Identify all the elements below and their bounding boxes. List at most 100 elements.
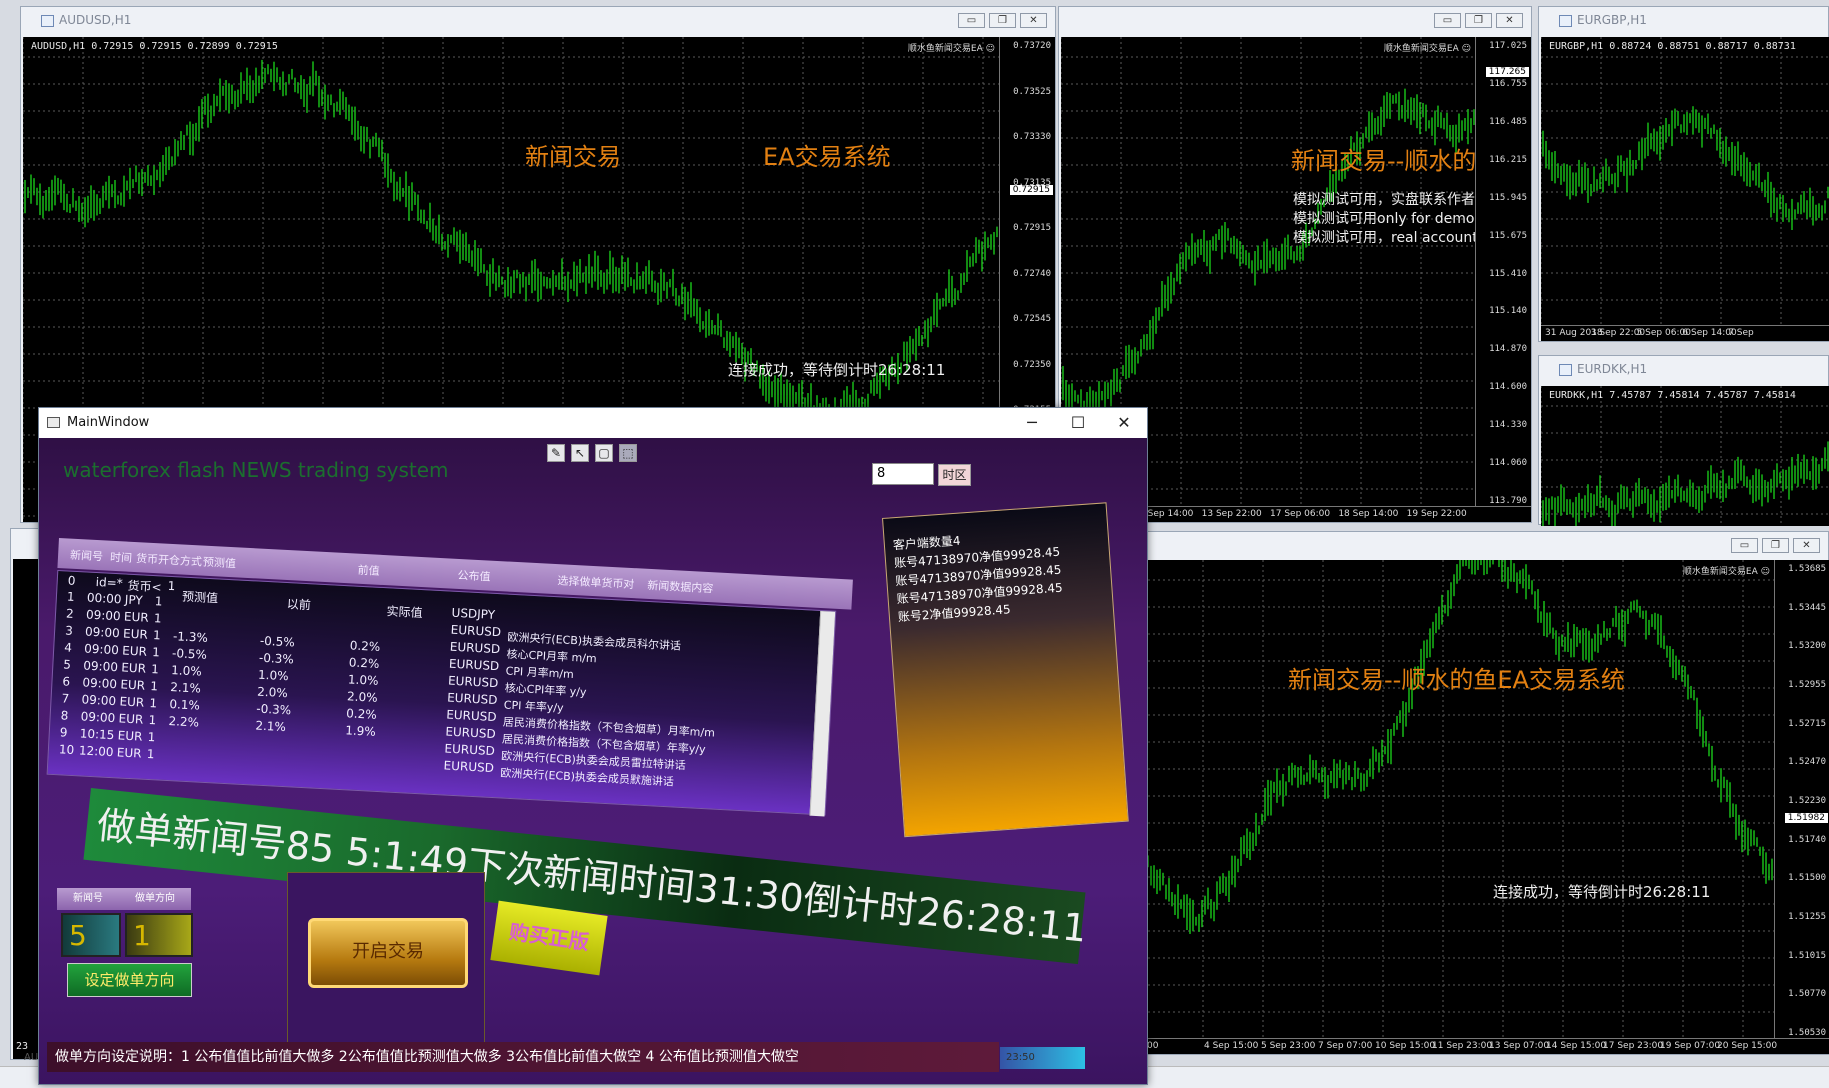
symbol-info: EURGBP,H1 0.88724 0.88751 0.88717 0.8873… (1549, 41, 1796, 52)
price-tick: 116.215 (1489, 154, 1527, 165)
frame-icon[interactable]: ▢ (595, 444, 613, 462)
direction-header: 做单方向 (119, 888, 191, 910)
table-cell: -0.3% (258, 650, 295, 667)
table-cell: 2.0% (256, 684, 289, 701)
price-tick: 117.025 (1489, 41, 1527, 51)
eurdkk-chart-window[interactable]: EURDKK,H1 EURDKK,H1 7.45787 7.45814 7.45… (1538, 355, 1829, 526)
column-header: 时间 (109, 550, 133, 565)
column-header: 公布值 (457, 568, 491, 584)
table-cell: EUR (119, 694, 145, 710)
set-direction-button[interactable]: 设定做单方向 (67, 963, 192, 997)
price-tick: 1.52715 (1788, 718, 1826, 729)
price-chart[interactable]: EURGBP,H1 0.88724 0.88751 0.88717 0.8873… (1541, 37, 1829, 341)
table-cell: 1 (151, 645, 161, 660)
news-table-body[interactable]: 0 id=* 货币< 1 预测值 以前 实际值 1 00:00 JPY 1 2 09:00 EUR 1 3 09… (46, 569, 837, 817)
main-window[interactable]: MainWindow ─ ☐ ✕ waterforex flash NEWS t… (38, 407, 1148, 1085)
price-chart[interactable]: EURDKK,H1 7.45787 7.45814 7.45787 7.4581… (1541, 386, 1829, 526)
select-icon[interactable]: ⬚ (619, 444, 637, 462)
candle-series (1143, 560, 1774, 1038)
price-tick: 1.51740 (1788, 834, 1826, 845)
table-cell: 0.1% (169, 697, 201, 713)
news-no-input[interactable]: 5 (61, 913, 121, 957)
price-tick: 1.53445 (1788, 602, 1826, 613)
sub-header: 实际值 (386, 604, 423, 621)
table-cell: 0.2% (348, 655, 380, 671)
maximize-button[interactable]: ❐ (1465, 13, 1492, 28)
pointer-icon[interactable]: ↖ (571, 444, 589, 462)
table-cell: 1 (148, 712, 157, 728)
maximize-button[interactable]: ☐ (1055, 408, 1101, 438)
time-tick: 18 Sep 14:00 (1338, 509, 1399, 519)
symbol-info: AUDUSD,H1 0.72915 0.72915 0.72899 0.7291… (31, 41, 278, 52)
table-cell: 09:00 (81, 692, 117, 709)
news-table: 新闻号 时间 货币 开仓方式 预测值 前值 公布值 选择做单货币对 新闻数据内容 0 id=* 货币… (46, 538, 853, 817)
main-window-titlebar[interactable]: MainWindow (39, 408, 1147, 438)
price-tick: 113.790 (1489, 496, 1527, 506)
minimize-button[interactable]: ─ (1009, 408, 1055, 438)
minimize-button[interactable]: ▭ (1434, 13, 1461, 28)
table-cell: 1.9% (344, 723, 377, 739)
price-tick: 114.600 (1489, 382, 1527, 393)
news-pair: EURUSD (448, 656, 500, 674)
sub-header: 预测值 (181, 589, 219, 606)
news-pair: EURUSD (449, 639, 501, 657)
table-cell: 09:00 (84, 624, 121, 641)
time-scale: 31 Aug 2018 3 Sep 22:00 5 Sep 06:00 6 Sep 1… (1541, 325, 1829, 341)
price-tick: 115.675 (1489, 230, 1527, 241)
table-cell: 09:00 (83, 641, 120, 658)
news-pair: EURUSD (445, 707, 497, 725)
price-tick: 114.330 (1489, 420, 1527, 431)
price-tick: 1.52470 (1788, 757, 1826, 768)
price-tick: 1.50530 (1788, 1028, 1826, 1038)
minimize-button[interactable]: ▭ (958, 13, 985, 28)
window-titlebar[interactable]: AUDUSD,H1 (21, 7, 1055, 35)
table-scrollbar[interactable] (809, 610, 836, 817)
price-tick: 1.51255 (1788, 912, 1826, 922)
ea-label: 顺水鱼新闻交易EA ☺ (1682, 567, 1770, 577)
table-cell: 2.1% (255, 718, 287, 735)
column-header: 前值 (357, 563, 381, 578)
news-pair: EURUSD (445, 724, 497, 742)
close-button[interactable]: ✕ (1101, 408, 1147, 438)
time-tick: 10 Sep 15:00 (1375, 1041, 1436, 1051)
time-tick: 4 Sep 15:00 (1204, 1041, 1259, 1051)
column-header: 选择做单货币对 (557, 574, 635, 592)
demo-line-3: 模拟测试可用，real account (1293, 230, 1478, 246)
price-tick: 116.485 (1489, 116, 1527, 127)
time-tick: 17 Sep 23:00 (1603, 1041, 1664, 1051)
table-cell: 10 (58, 742, 75, 758)
table-cell: 3 (64, 623, 74, 638)
time-tick: 19 Sep 22:00 (1406, 509, 1467, 519)
window-titlebar[interactable]: EURDKK,H1 (1539, 356, 1828, 384)
price-tick: 1.52955 (1788, 680, 1826, 690)
price-chart[interactable]: 顺水鱼新闻交易EA ☺ 新闻交易--顺水的鱼EA交易系统 连接成功，等待倒计时2… (1143, 560, 1829, 1054)
eurgbp-chart-window[interactable]: EURGBP,H1 EURGBP,H1 0.88724 0.88751 0.88… (1538, 6, 1829, 342)
window-title: AUDUSD,H1 (59, 13, 132, 27)
price-tick: 1.50770 (1788, 989, 1826, 1000)
open-trade-button[interactable]: 开启交易 (308, 918, 468, 988)
direction-instructions: 做单方向设定说明：1 公布值值比前值大做多 2公布值值比预测值大做多 3公布值比… (47, 1042, 999, 1072)
maximize-button[interactable]: ❐ (989, 13, 1016, 28)
price-scale: 117.025 116.755 116.485 116.215 115.945 115.6… (1475, 37, 1531, 522)
column-header: 货币 (135, 552, 159, 567)
window-titlebar[interactable]: EURGBP,H1 (1539, 7, 1828, 35)
price-tick: 116.755 (1489, 78, 1527, 89)
maximize-button[interactable]: ❐ (1762, 538, 1789, 553)
table-cell: 9 (59, 725, 68, 740)
close-button[interactable]: ✕ (1793, 538, 1820, 553)
direction-input[interactable]: 1 (125, 913, 193, 957)
news-pair: EURUSD (444, 741, 496, 759)
close-button[interactable]: ✕ (1496, 13, 1523, 28)
table-cell: 09:00 (80, 709, 116, 726)
news-content: CPI 年率y/y (503, 698, 564, 715)
timezone-button[interactable]: 时区 (938, 464, 971, 486)
eurusd-chart-window[interactable]: ▭ ❐ ✕ 顺水鱼新闻交易EA ☺ 新闻交易--顺水的鱼EA交易系统 连接成功，等待… (1140, 531, 1829, 1055)
timezone-input[interactable]: 8 (872, 463, 934, 485)
time-tick: 13 Sep 07:00 (1489, 1041, 1550, 1051)
close-button[interactable]: ✕ (1020, 13, 1047, 28)
time-tick: 7 Sep 07:00 (1318, 1041, 1373, 1051)
edit-icon[interactable]: ✎ (547, 444, 565, 462)
price-tick: 1.53200 (1788, 641, 1826, 652)
price-tick: 1.53685 (1788, 564, 1826, 574)
minimize-button[interactable]: ▭ (1731, 538, 1758, 553)
